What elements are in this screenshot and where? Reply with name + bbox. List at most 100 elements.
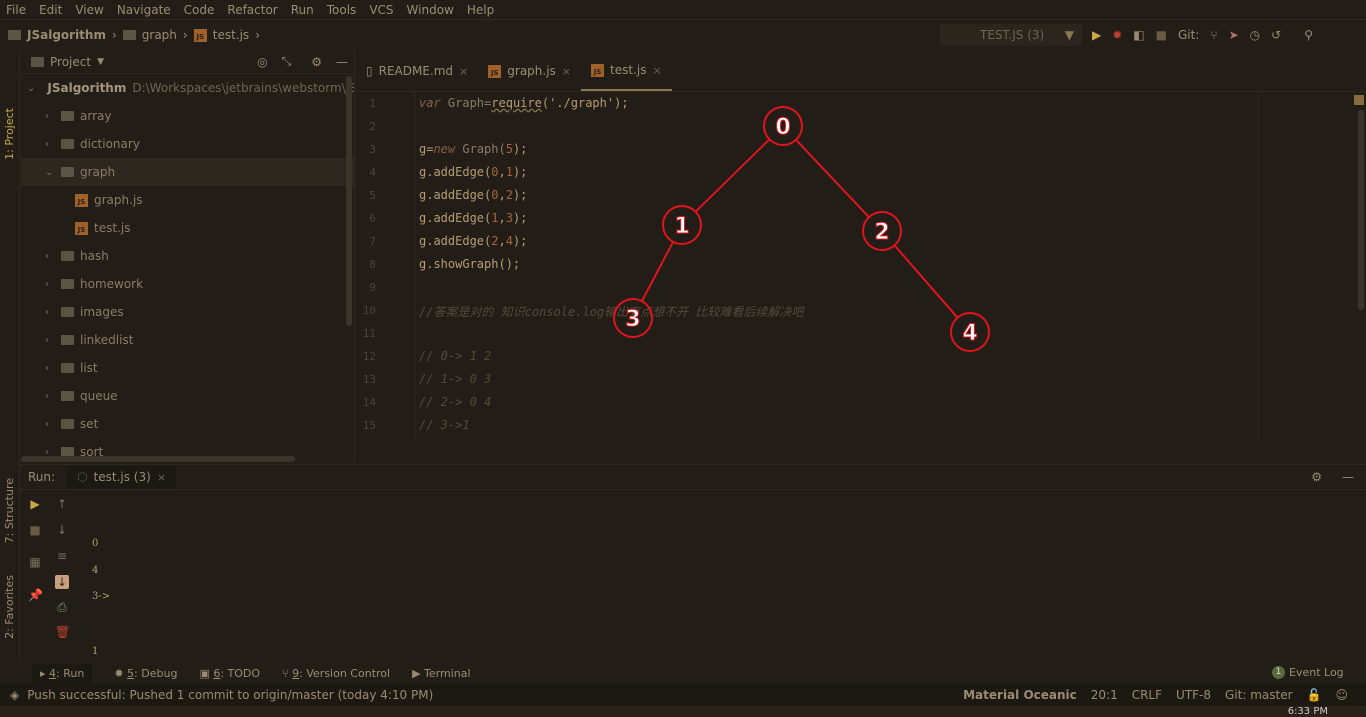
- menu-edit[interactable]: Edit: [39, 3, 62, 17]
- inspection-status-icon[interactable]: [1354, 95, 1364, 105]
- tree-item[interactable]: › dictionary: [21, 130, 354, 158]
- menu-help[interactable]: Help: [467, 3, 494, 17]
- event-log-button[interactable]: 1 Event Log: [1272, 666, 1344, 679]
- tool-tab-terminal[interactable]: ▶ Terminal: [412, 667, 470, 680]
- rerun-icon[interactable]: ▶: [28, 497, 42, 511]
- run-icon[interactable]: ▶: [1092, 28, 1101, 42]
- status-message[interactable]: Push successful: Pushed 1 commit to orig…: [27, 688, 433, 702]
- tree-item[interactable]: › homework: [21, 270, 354, 298]
- gear-icon[interactable]: ⚙: [311, 55, 322, 69]
- tree-item[interactable]: › array: [21, 102, 354, 130]
- menu-code[interactable]: Code: [184, 3, 215, 17]
- tool-tab-run[interactable]: ▸ 4: Run: [32, 663, 93, 683]
- pin-icon[interactable]: 📌: [28, 588, 43, 602]
- collapse-all-icon[interactable]: ⤡: [282, 54, 292, 69]
- menu-view[interactable]: View: [75, 3, 103, 17]
- up-arrow-icon[interactable]: ↑: [55, 497, 69, 511]
- print-icon[interactable]: ⎙: [55, 600, 69, 614]
- tree-item[interactable]: JS graph.js: [21, 186, 354, 214]
- tool-tab-todo[interactable]: ▣ 6: TODO: [199, 667, 260, 680]
- tree-item[interactable]: JS test.js: [21, 214, 354, 242]
- hide-icon[interactable]: —: [1342, 470, 1354, 484]
- markdown-icon: ▯: [366, 64, 373, 78]
- structure-tool-button[interactable]: 7: Structure: [3, 478, 16, 543]
- clock: 6:33 PM: [1287, 706, 1328, 717]
- breadcrumb-folder[interactable]: graph: [142, 28, 177, 42]
- tree-item-label: array: [80, 109, 112, 123]
- coverage-icon[interactable]: ◧: [1133, 28, 1144, 42]
- tree-item[interactable]: › linkedlist: [21, 326, 354, 354]
- layout-icon[interactable]: ▦: [28, 555, 42, 569]
- close-icon[interactable]: ×: [459, 65, 468, 78]
- breadcrumb-file[interactable]: test.js: [213, 28, 249, 42]
- main-toolbar: ▶ ✹ ◧ ■ Git: ⑂ ➤ ◷ ↺ ⚲: [1092, 24, 1313, 46]
- vertical-scrollbar[interactable]: [346, 76, 352, 326]
- code-editor[interactable]: 1 var Graph=require('./graph'); 2 3 g=new Gr…: [356, 92, 1366, 442]
- folder-icon: [61, 335, 74, 345]
- tree-item[interactable]: ⌄ graph: [21, 158, 354, 186]
- tool-tab-debug[interactable]: ✹ 5: Debug: [114, 667, 177, 680]
- folder-icon: [61, 279, 74, 289]
- search-icon[interactable]: ⚲: [1304, 28, 1313, 42]
- editor-scrollbar[interactable]: [1358, 110, 1364, 310]
- tree-item[interactable]: › hash: [21, 242, 354, 270]
- trash-icon[interactable]: 🗑: [55, 625, 70, 639]
- menu-refactor[interactable]: Refactor: [227, 3, 277, 17]
- close-icon[interactable]: ×: [157, 471, 166, 484]
- lock-icon[interactable]: 🔓: [1307, 688, 1322, 702]
- code-token: );: [512, 234, 528, 248]
- code-token: Graph=: [440, 96, 492, 110]
- git-branch-icon[interactable]: ⑂: [1210, 28, 1217, 42]
- tree-item-label: set: [80, 417, 99, 431]
- tab-README-md[interactable]: ▯ README.md ×: [356, 51, 478, 91]
- close-icon[interactable]: ×: [652, 64, 661, 77]
- gear-icon[interactable]: ⚙: [1311, 470, 1322, 484]
- code-token: 1: [505, 165, 513, 179]
- scroll-from-source-icon[interactable]: ◎: [257, 55, 267, 69]
- chevron-right-icon: ›: [45, 110, 49, 122]
- terminal-icon: ▶: [412, 666, 425, 680]
- menu-navigate[interactable]: Navigate: [117, 3, 171, 17]
- down-arrow-icon[interactable]: ↓: [55, 523, 69, 537]
- horizontal-scrollbar[interactable]: [21, 456, 295, 462]
- menu-run[interactable]: Run: [291, 3, 314, 17]
- stop-icon[interactable]: ■: [28, 523, 42, 537]
- menu-window[interactable]: Window: [407, 3, 454, 17]
- project-view-select[interactable]: Project: [50, 55, 91, 69]
- line-separator-select[interactable]: CRLF: [1132, 688, 1162, 702]
- console-output[interactable]: 0 4 3-> 1: [90, 490, 1360, 660]
- hide-icon[interactable]: —: [336, 55, 348, 69]
- tree-item[interactable]: › list: [21, 354, 354, 382]
- menu-vcs[interactable]: VCS: [369, 3, 393, 17]
- git-push-icon[interactable]: ➤: [1229, 28, 1239, 42]
- theme-indicator[interactable]: Material Oceanic: [963, 688, 1077, 702]
- tab-graph-js[interactable]: JS graph.js ×: [478, 51, 581, 91]
- tree-item[interactable]: › images: [21, 298, 354, 326]
- soft-wrap-icon[interactable]: ≡: [55, 549, 69, 563]
- tree-item[interactable]: › queue: [21, 382, 354, 410]
- caret-position[interactable]: 20:1: [1091, 688, 1118, 702]
- breadcrumb-project[interactable]: JSalgorithm: [27, 28, 106, 42]
- close-icon[interactable]: ×: [562, 65, 571, 78]
- line-number: 4: [369, 166, 376, 179]
- git-branch-select[interactable]: Git: master: [1225, 688, 1293, 702]
- menu-file[interactable]: File: [6, 3, 26, 17]
- revert-icon[interactable]: ↺: [1271, 28, 1281, 42]
- tree-item[interactable]: › set: [21, 410, 354, 438]
- code-token: // 2-> 0 4: [419, 395, 492, 409]
- hector-icon[interactable]: ☺: [1335, 688, 1348, 702]
- menu-tools[interactable]: Tools: [327, 3, 357, 17]
- project-tool-button[interactable]: 1: Project: [3, 108, 16, 160]
- encoding-select[interactable]: UTF-8: [1176, 688, 1211, 702]
- run-configuration-select[interactable]: TEST.JS (3) ▼: [940, 24, 1082, 46]
- run-tab[interactable]: ⬡ test.js (3) ×: [67, 465, 177, 489]
- scroll-to-end-icon[interactable]: ↓: [55, 575, 69, 589]
- code-token: ,: [498, 211, 506, 225]
- tab-test-js[interactable]: JS test.js ×: [581, 51, 672, 91]
- stop-icon[interactable]: ■: [1156, 28, 1167, 42]
- tree-root[interactable]: ⌄ JSalgorithm D:\Workspaces\jetbrains\we…: [21, 74, 354, 102]
- debug-icon[interactable]: ✹: [1112, 28, 1122, 42]
- history-icon[interactable]: ◷: [1250, 28, 1260, 42]
- tool-tab-versioncontrol[interactable]: ⑂ 9: Version Control: [282, 667, 390, 680]
- favorites-tool-button[interactable]: 2: Favorites: [3, 575, 16, 639]
